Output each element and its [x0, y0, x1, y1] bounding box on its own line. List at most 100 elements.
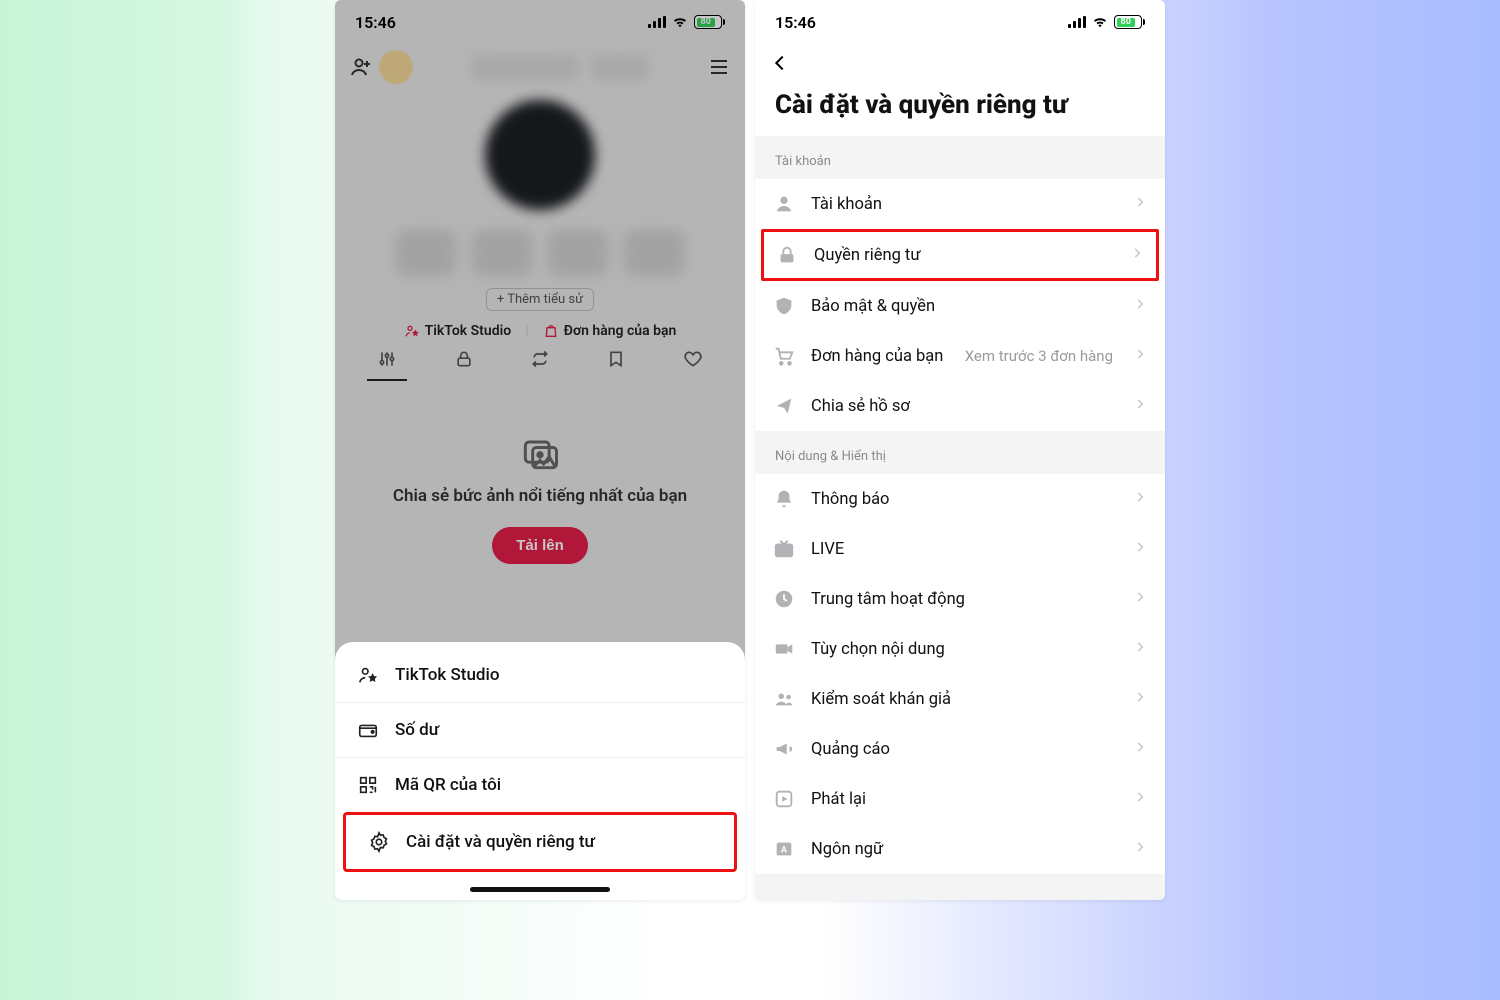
row-content-pref[interactable]: Tùy chọn nội dung	[755, 624, 1165, 674]
sheet-item-label: Số dư	[395, 720, 439, 740]
blurred-name	[470, 53, 580, 81]
bottom-sheet: TikTok Studio Số dư Mã QR của tôi Cài đặ…	[335, 642, 745, 900]
tab-saved[interactable]	[596, 349, 636, 381]
profile-tabs	[335, 339, 745, 381]
person-star-icon	[357, 664, 379, 686]
row-label: Bảo mật & quyền	[811, 297, 1117, 316]
chevron-right-icon	[1133, 540, 1147, 554]
signal-icon	[648, 16, 666, 28]
wifi-icon	[1092, 14, 1108, 30]
wallet-icon	[357, 719, 379, 741]
bell-icon	[773, 488, 795, 510]
row-share-profile[interactable]: Chia sẻ hồ sơ	[755, 381, 1165, 431]
row-live[interactable]: LIVE	[755, 524, 1165, 574]
stat-blur	[396, 230, 456, 276]
megaphone-icon	[773, 738, 795, 760]
menu-icon[interactable]	[707, 55, 731, 79]
sheet-item-label: Mã QR của tôi	[395, 775, 501, 795]
person-icon	[773, 193, 795, 215]
repost-icon	[530, 349, 550, 369]
row-audience[interactable]: Kiểm soát khán giả	[755, 674, 1165, 724]
add-friend-icon[interactable]	[349, 55, 373, 79]
share-icon	[773, 395, 795, 417]
avatar-large[interactable]	[485, 100, 595, 210]
chevron-right-icon	[1133, 490, 1147, 504]
row-label: Tài khoản	[811, 195, 1117, 214]
tiktok-studio-label: TikTok Studio	[425, 323, 511, 339]
row-label: Quảng cáo	[811, 740, 1117, 759]
row-activity[interactable]: Trung tâm hoạt động	[755, 574, 1165, 624]
chevron-right-icon	[1133, 790, 1147, 804]
bag-icon	[543, 323, 559, 339]
sheet-item-settings[interactable]: Cài đặt và quyền riêng tư	[346, 815, 734, 869]
chevron-right-icon	[1133, 195, 1147, 209]
people-icon	[773, 688, 795, 710]
row-sublabel: Xem trước 3 đơn hàng	[965, 347, 1113, 365]
status-icons: 80	[648, 14, 725, 30]
blurred-chip	[590, 53, 650, 81]
row-playback[interactable]: Phát lại	[755, 774, 1165, 824]
stat-blur	[472, 230, 532, 276]
row-orders[interactable]: Đơn hàng của bạn Xem trước 3 đơn hàng	[755, 331, 1165, 381]
home-indicator[interactable]	[470, 887, 610, 892]
heart-icon	[683, 349, 703, 369]
status-bar: 15:46 80	[755, 0, 1165, 44]
row-label: Kiểm soát khán giả	[811, 690, 1117, 709]
tab-repost[interactable]	[520, 349, 560, 381]
row-label: Quyền riêng tư	[814, 246, 1114, 265]
battery-icon: 80	[1114, 15, 1145, 29]
shield-icon	[773, 295, 795, 317]
row-notifications[interactable]: Thông báo	[755, 474, 1165, 524]
svg-text:A: A	[781, 846, 788, 856]
chevron-right-icon	[1133, 740, 1147, 754]
lock-icon	[776, 244, 798, 266]
add-bio-chip[interactable]: + Thêm tiểu sử	[486, 288, 594, 311]
stat-blur	[624, 230, 684, 276]
orders-link[interactable]: Đơn hàng của bạn	[543, 323, 677, 339]
sheet-item-qr[interactable]: Mã QR của tôi	[335, 757, 745, 812]
row-label: Phát lại	[811, 790, 1117, 809]
chevron-right-icon	[1133, 590, 1147, 604]
page-title: Cài đặt và quyền riêng tư	[755, 86, 1165, 136]
tab-liked[interactable]	[673, 349, 713, 381]
tab-private[interactable]	[444, 349, 484, 381]
row-security[interactable]: Bảo mật & quyền	[755, 281, 1165, 331]
tab-feed[interactable]	[367, 349, 407, 381]
person-star-icon	[404, 323, 420, 339]
sheet-item-balance[interactable]: Số dư	[335, 702, 745, 757]
language-icon: A	[773, 838, 795, 860]
stat-blur	[548, 230, 608, 276]
row-label: Trung tâm hoạt động	[811, 590, 1117, 609]
sheet-item-tiktok-studio[interactable]: TikTok Studio	[335, 648, 745, 702]
cart-icon	[773, 345, 795, 367]
row-label: Đơn hàng của bạn	[811, 347, 949, 366]
avatar-small[interactable]	[379, 50, 413, 84]
tiktok-studio-link[interactable]: TikTok Studio	[404, 323, 511, 339]
video-icon	[773, 638, 795, 660]
chevron-right-icon	[1133, 640, 1147, 654]
status-bar: 15:46 80	[335, 0, 745, 44]
sliders-icon	[377, 349, 397, 369]
chevron-right-icon	[1133, 397, 1147, 411]
upload-button[interactable]: Tải lên	[492, 527, 588, 564]
status-time: 15:46	[775, 13, 816, 32]
status-time: 15:46	[355, 13, 396, 32]
row-label: Chia sẻ hồ sơ	[811, 397, 1117, 416]
row-ads[interactable]: Quảng cáo	[755, 724, 1165, 774]
signal-icon	[1068, 16, 1086, 28]
chevron-right-icon	[1133, 297, 1147, 311]
row-account[interactable]: Tài khoản	[755, 179, 1165, 229]
row-language[interactable]: A Ngôn ngữ	[755, 824, 1165, 874]
sheet-item-label: Cài đặt và quyền riêng tư	[406, 832, 595, 852]
row-label: Thông báo	[811, 490, 1117, 509]
bookmark-icon	[606, 349, 626, 369]
section-content-label: Nội dung & Hiển thị	[755, 431, 1165, 474]
phone-profile: 15:46 80	[335, 0, 745, 900]
play-icon	[773, 788, 795, 810]
empty-state-title: Chia sẻ bức ảnh nổi tiếng nhất của bạn	[353, 485, 727, 509]
back-icon[interactable]	[769, 52, 791, 74]
row-privacy[interactable]: Quyền riêng tư	[761, 229, 1159, 281]
chevron-right-icon	[1130, 246, 1144, 260]
sheet-item-label: TikTok Studio	[395, 665, 499, 685]
orders-label: Đơn hàng của bạn	[564, 323, 677, 339]
